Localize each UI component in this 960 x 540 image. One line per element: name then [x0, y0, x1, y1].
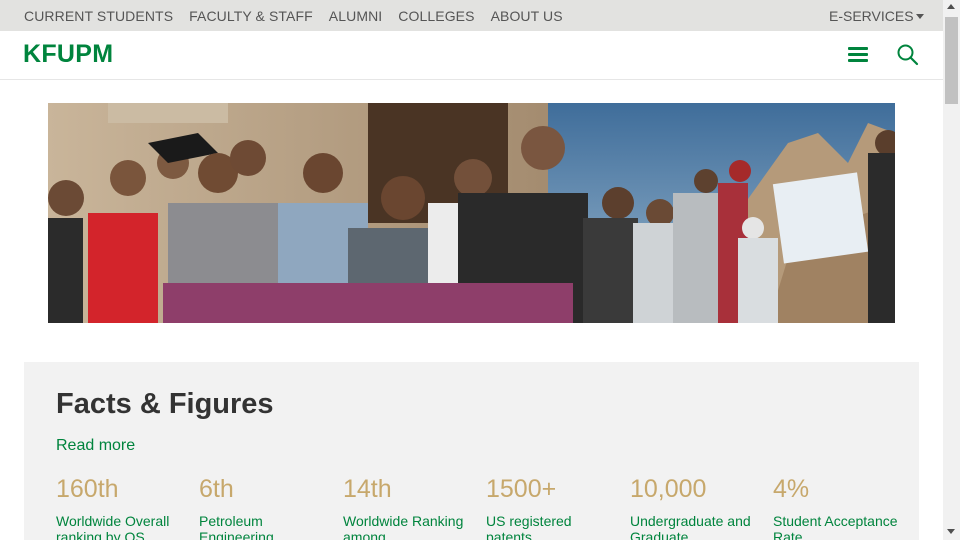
facts-figures-section: Facts & Figures Read more 160th Worldwid…: [24, 362, 919, 540]
main-header: KFUPM: [0, 31, 943, 80]
nav-current-students[interactable]: CURRENT STUDENTS: [24, 8, 173, 24]
caret-down-icon: [915, 13, 924, 19]
stat-label[interactable]: Petroleum Engineering: [199, 513, 331, 540]
nav-colleges[interactable]: COLLEGES: [398, 8, 474, 24]
stat-label[interactable]: Undergraduate and Graduate: [630, 513, 762, 540]
stat-label[interactable]: Worldwide Ranking among: [343, 513, 475, 540]
scrollbar-thumb[interactable]: [945, 17, 958, 104]
nav-faculty-staff[interactable]: FACULTY & STAFF: [189, 8, 313, 24]
stat-ranking-qs: 160th Worldwide Overall ranking by QS: [56, 474, 188, 540]
nav-about-us[interactable]: ABOUT US: [491, 8, 563, 24]
stat-petroleum-engineering: 6th Petroleum Engineering: [199, 474, 331, 540]
nav-alumni[interactable]: ALUMNI: [329, 8, 383, 24]
stat-acceptance-rate: 4% Student Acceptance Rate: [773, 474, 905, 540]
stat-value: 160th: [56, 475, 119, 503]
hamburger-menu-icon[interactable]: [848, 44, 868, 66]
stat-us-patents: 1500+ US registered patents: [486, 474, 618, 540]
stat-value: 10,000: [630, 475, 707, 503]
vertical-scrollbar[interactable]: [943, 0, 960, 540]
audience-nav: CURRENT STUDENTS FACULTY & STAFF ALUMNI …: [24, 0, 579, 31]
stat-value: 6th: [199, 475, 234, 503]
top-utility-bar: CURRENT STUDENTS FACULTY & STAFF ALUMNI …: [0, 0, 943, 31]
stat-value: 14th: [343, 475, 392, 503]
read-more-link[interactable]: Read more: [56, 437, 135, 455]
eservices-dropdown[interactable]: E-SERVICES: [829, 0, 924, 31]
stat-students: 10,000 Undergraduate and Graduate: [630, 474, 762, 540]
eservices-label: E-SERVICES: [829, 7, 914, 24]
site-logo[interactable]: KFUPM: [23, 40, 113, 69]
stat-label[interactable]: Worldwide Overall ranking by QS: [56, 513, 188, 540]
search-icon[interactable]: [896, 43, 920, 67]
stat-worldwide-ranking: 14th Worldwide Ranking among: [343, 474, 475, 540]
stat-value: 4%: [773, 475, 810, 503]
stat-value: 1500+: [486, 475, 557, 503]
hero-banner-image: [48, 103, 895, 323]
scroll-down-arrow-icon[interactable]: [947, 529, 955, 534]
stat-label[interactable]: Student Acceptance Rate: [773, 513, 905, 540]
scroll-up-arrow-icon[interactable]: [947, 4, 955, 9]
stat-label[interactable]: US registered patents: [486, 513, 618, 540]
facts-heading: Facts & Figures: [56, 388, 274, 420]
